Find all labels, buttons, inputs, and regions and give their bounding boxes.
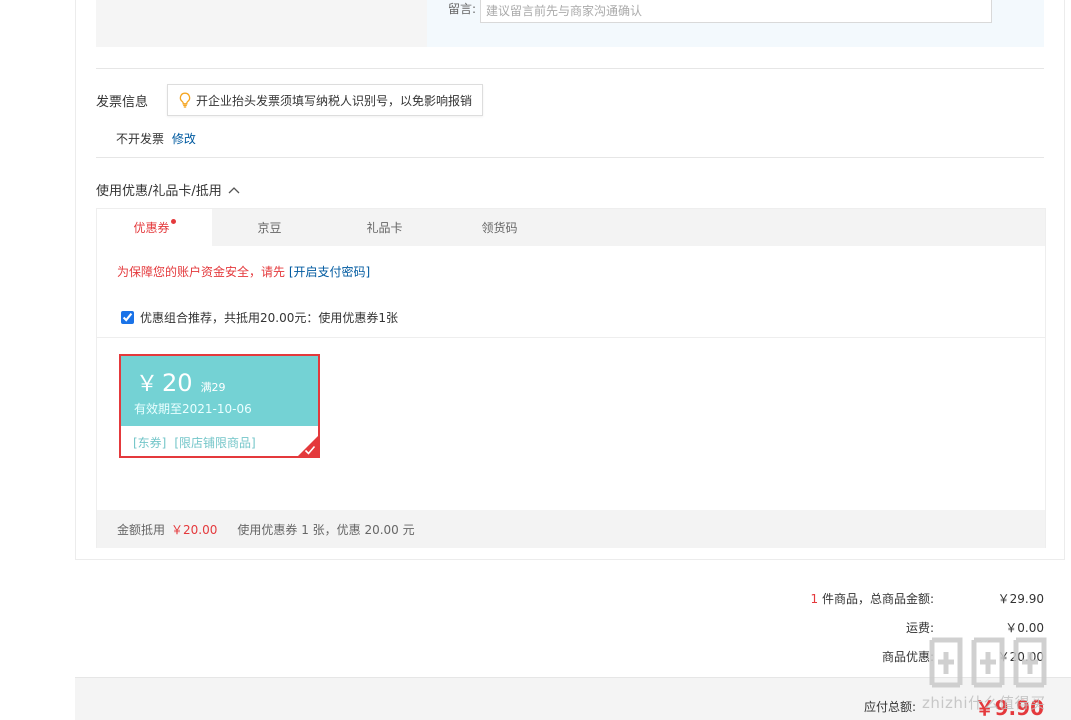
recommend-combo[interactable]: 优惠组合推荐，共抵用20.00元：使用优惠券1张 bbox=[121, 309, 398, 326]
items-total-suffix: 件商品，总商品金额: bbox=[821, 592, 934, 606]
coupon-currency: ￥ bbox=[136, 372, 159, 397]
divider bbox=[96, 157, 1044, 158]
tab-coupons-label: 优惠券 bbox=[133, 221, 170, 235]
tab-gift-card[interactable]: 礼品卡 bbox=[327, 209, 442, 246]
invoice-status: 不开发票 修改 bbox=[116, 130, 196, 147]
discounts-tabbar: 优惠券 京豆 礼品卡 领货码 bbox=[97, 209, 1045, 246]
discount-summary-bar: 金额抵用 ￥20.00 使用优惠券 1 张，优惠 20.00 元 bbox=[97, 510, 1045, 548]
divider bbox=[96, 68, 1044, 69]
divider bbox=[97, 337, 1045, 338]
coupon-value: 20 bbox=[162, 369, 193, 397]
coupon-valid-until: 有效期至2021-10-06 bbox=[134, 402, 252, 416]
tab-redeem-code-label: 领货码 bbox=[481, 221, 518, 235]
coupon-amount: ￥ 20 满29 bbox=[136, 366, 226, 398]
remark-label: 留言: bbox=[448, 2, 477, 16]
tab-gift-card-label: 礼品卡 bbox=[366, 221, 403, 235]
tab-redeem-code[interactable]: 领货码 bbox=[442, 209, 557, 246]
chevron-up-icon bbox=[228, 186, 240, 193]
invoice-tip: 开企业抬头发票须填写纳税人识别号，以免影响报销 bbox=[167, 84, 484, 116]
checkout-page: 留言: 发票信息 开企业抬头发票须填写纳税人识别号，以免影响报销 不开发票 修改… bbox=[0, 0, 1071, 720]
remark-left-panel bbox=[96, 0, 427, 47]
payable-amount: ￥9.90 bbox=[974, 696, 1044, 720]
summary-detail: 使用优惠券 1 张，优惠 20.00 元 bbox=[237, 522, 415, 537]
checkmark-icon bbox=[304, 445, 316, 455]
recommend-checkbox[interactable] bbox=[121, 311, 134, 324]
invoice-tip-text: 开企业抬头发票须填写纳税人识别号，以免影响报销 bbox=[196, 93, 473, 108]
item-count: 1 bbox=[810, 592, 819, 606]
coupon-tag: [限店铺限商品] bbox=[174, 436, 256, 450]
items-total-label: 1 件商品，总商品金额: bbox=[714, 590, 934, 607]
coupon-condition: 满29 bbox=[200, 381, 226, 394]
recommend-label: 优惠组合推荐，共抵用20.00元：使用优惠券1张 bbox=[140, 311, 398, 325]
tab-jingdou-label: 京豆 bbox=[257, 221, 282, 235]
discounts-heading-text: 使用优惠/礼品卡/抵用 bbox=[96, 184, 222, 199]
coupon-face: ￥ 20 满29 有效期至2021-10-06 bbox=[121, 356, 318, 426]
security-note-text: 为保障您的账户资金安全，请先 bbox=[117, 265, 286, 279]
discount-label: 商品优惠: bbox=[881, 650, 934, 664]
total-row-items: 1 件商品，总商品金额: ￥29.90 bbox=[644, 584, 1044, 613]
discounts-heading[interactable]: 使用优惠/礼品卡/抵用 bbox=[96, 180, 240, 199]
enable-pay-password-link[interactable]: [开启支付密码] bbox=[289, 265, 370, 279]
tab-jingdou[interactable]: 京豆 bbox=[212, 209, 327, 246]
coupon-tag: [东券] bbox=[133, 436, 167, 450]
shipping-label: 运费: bbox=[905, 621, 934, 635]
total-row-discount: 商品优惠: ￥20.00 bbox=[644, 642, 1044, 671]
tab-coupons[interactable]: 优惠券 bbox=[97, 209, 212, 246]
payable-label: 应付总额: bbox=[863, 700, 916, 714]
items-total-value: ￥29.90 bbox=[997, 592, 1044, 606]
invoice-title: 发票信息 bbox=[96, 95, 149, 110]
coupon-tags: [东券] [限店铺限商品] bbox=[133, 434, 256, 451]
payable-bar: 应付总额: ￥9.90 bbox=[75, 677, 1071, 720]
security-note: 为保障您的账户资金安全，请先 [开启支付密码] bbox=[117, 263, 370, 280]
notification-dot bbox=[170, 219, 176, 224]
discounts-panel: 优惠券 京豆 礼品卡 领货码 为保障您的账户资金安全，请先 [开启支付密码] 优… bbox=[96, 208, 1046, 548]
shipping-value: ￥0.00 bbox=[1005, 621, 1044, 635]
total-row-shipping: 运费: ￥0.00 bbox=[644, 613, 1044, 642]
remark-input[interactable] bbox=[480, 0, 992, 23]
order-totals: 1 件商品，总商品金额: ￥29.90 运费: ￥0.00 商品优惠: ￥20.… bbox=[644, 584, 1044, 671]
invoice-edit-link[interactable]: 修改 bbox=[172, 132, 196, 146]
invoice-status-text: 不开发票 bbox=[116, 132, 165, 146]
summary-label: 金额抵用 bbox=[117, 522, 166, 537]
summary-amount: ￥20.00 bbox=[171, 522, 218, 537]
discount-value: ￥20.00 bbox=[997, 650, 1044, 664]
coupon-card[interactable]: ￥ 20 满29 有效期至2021-10-06 [东券] [限店铺限商品] bbox=[119, 354, 320, 458]
lightbulb-icon bbox=[179, 92, 191, 108]
